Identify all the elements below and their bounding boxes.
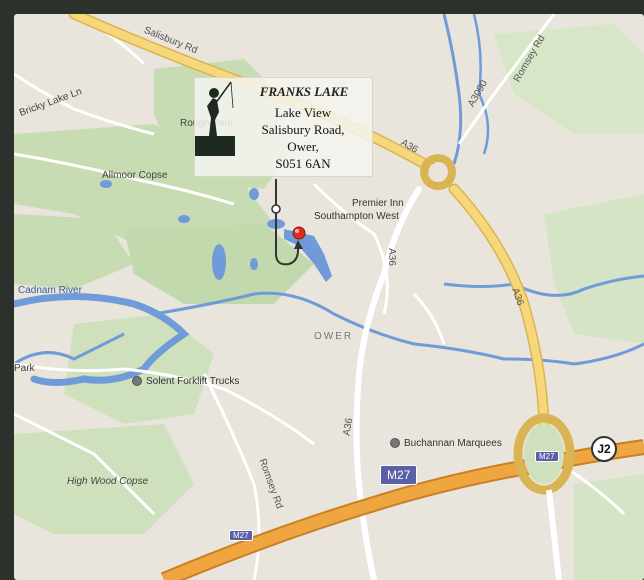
poi-marker-icon [132,376,142,387]
angler-icon [195,81,235,156]
infobox-title: FRANKS LAKE [259,84,349,99]
woodland-se [574,474,644,580]
location-infobox[interactable]: FRANKS LAKE Lake View Salisbury Road, Ow… [194,77,373,177]
cadnam-river-label: Cadnam River [18,285,82,296]
m27-junction-shield: M27 [535,451,559,462]
junction-badge: J2 [591,436,617,462]
buchannan-poi[interactable]: Buchannan Marquees [390,438,502,449]
lake-2 [178,215,190,223]
solent-forklift-label: Solent Forklift Trucks [146,376,240,387]
allmoor-copse-label: Allmoor Copse [102,170,168,181]
park-label: Park [14,363,35,374]
map-frame: Salisbury Rd A36 A36 A36 A36 A3090 Romse… [0,0,644,580]
infobox-line-2: Salisbury Road, [261,122,345,137]
lake-3 [249,188,259,200]
infobox-line-1: Lake View [274,105,332,120]
m27-small-shield: M27 [229,530,253,541]
river-north [442,14,463,165]
premier-inn-label: Premier Inn [352,198,404,209]
lake-1 [212,244,226,280]
solent-forklift-poi[interactable]: Solent Forklift Trucks [132,376,239,387]
woodland-right [544,194,644,344]
premier-inn-sub-label: Southampton West [314,211,399,222]
infobox-line-4: S051 6AN [275,156,331,171]
m27-shield: M27 [380,465,418,485]
lake-5 [250,258,258,270]
buchannan-label: Buchannan Marquees [404,438,502,449]
lake-6 [100,180,112,188]
map-canvas[interactable]: Salisbury Rd A36 A36 A36 A36 A3090 Romse… [14,14,644,580]
poi-marker-icon [390,438,400,449]
high-wood-copse-label: High Wood Copse [67,476,149,487]
infobox-line-3: Ower, [287,139,319,154]
a36-mid-label: A36 [385,248,397,266]
ower-label: OWER [314,331,354,342]
location-pin [292,226,306,240]
